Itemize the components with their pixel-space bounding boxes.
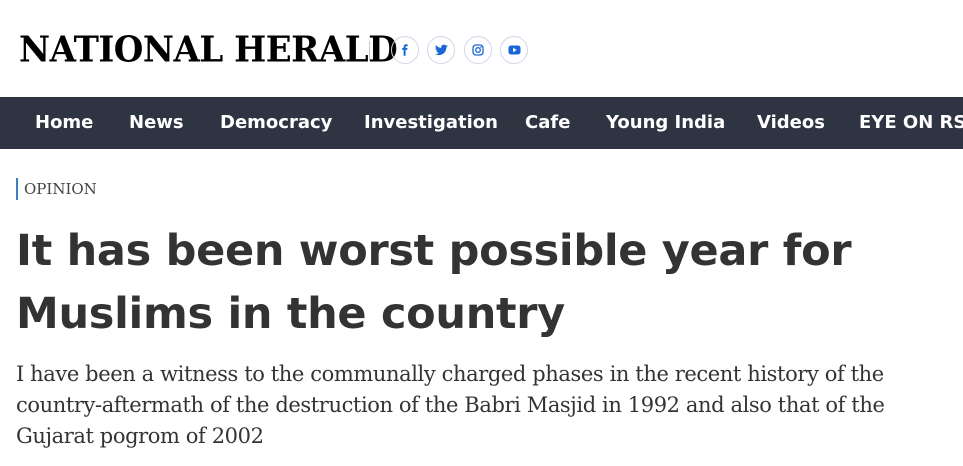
nav-item-videos[interactable]: Videos [757, 97, 825, 149]
youtube-icon[interactable] [500, 36, 528, 64]
nav-item-eye-on-rss[interactable]: EYE ON RSS [859, 97, 963, 149]
header-divider [369, 41, 370, 61]
site-header: NATIONAL HERALD [0, 0, 963, 97]
nav-item-young-india[interactable]: Young India [606, 97, 725, 149]
facebook-icon[interactable] [391, 36, 419, 64]
main-navigation: Home News Democracy Investigation Cafe Y… [0, 97, 963, 149]
twitter-icon[interactable] [427, 36, 455, 64]
site-logo[interactable]: NATIONAL HERALD [19, 29, 398, 71]
nav-item-democracy[interactable]: Democracy [220, 97, 332, 149]
nav-item-investigation[interactable]: Investigation [364, 97, 498, 149]
instagram-icon[interactable] [464, 36, 492, 64]
article-subheadline: I have been a witness to the communally … [16, 362, 885, 448]
article-headline: It has been worst possible year for Musl… [16, 226, 852, 339]
nav-item-news[interactable]: News [129, 97, 184, 149]
category-label[interactable]: OPINION [16, 178, 97, 200]
nav-item-home[interactable]: Home [35, 97, 93, 149]
nav-item-cafe[interactable]: Cafe [525, 97, 570, 149]
